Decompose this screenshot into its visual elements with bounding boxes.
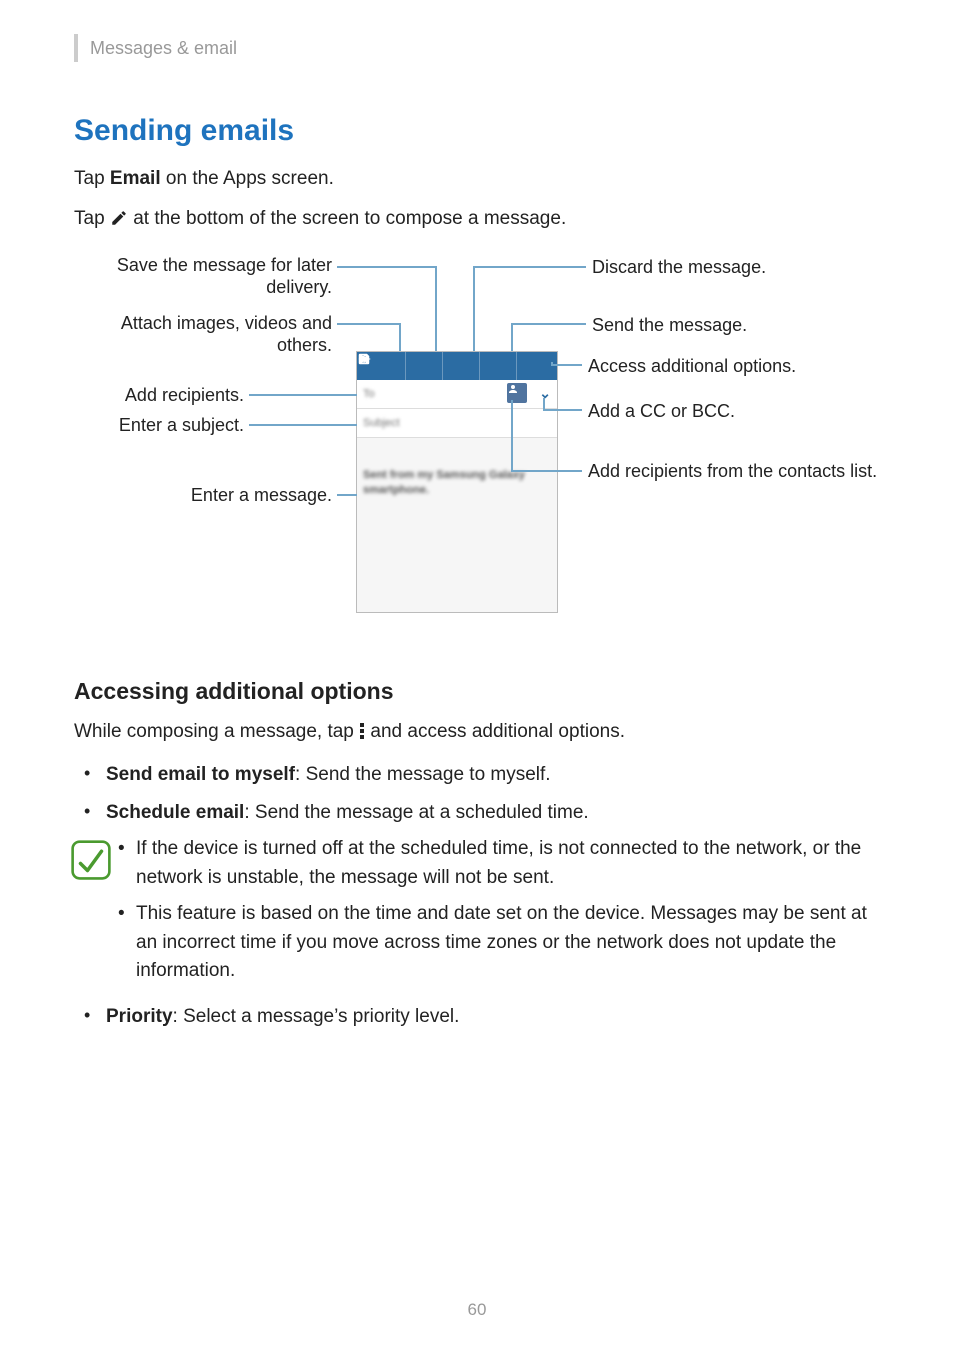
note-1: If the device is turned off at the sched… <box>136 835 880 892</box>
callout-enter-message: Enter a message. <box>74 484 332 507</box>
callout-attach: Attach images, videos and others. <box>74 312 332 357</box>
intro-2-after: at the bottom of the screen to compose a… <box>133 208 566 229</box>
intro-line-2: Tap at the bottom of the screen to compo… <box>74 204 880 237</box>
callout-more: Access additional options. <box>588 355 868 378</box>
note-2: This feature is based on the time and da… <box>136 900 880 986</box>
sub-intro: While composing a message, tap and acces… <box>74 717 880 750</box>
app-name: Email <box>110 168 161 189</box>
sub-intro-after: and access additional options. <box>370 721 625 742</box>
options-list-2: Priority: Select a message’s priority le… <box>74 1002 880 1031</box>
header-rule <box>74 34 78 62</box>
option-schedule: Schedule email: Send the message at a sc… <box>102 798 880 827</box>
page: Messages & email Sending emails Tap Emai… <box>0 0 954 1350</box>
callout-discard: Discard the message. <box>592 256 872 279</box>
page-number: 60 <box>0 1300 954 1320</box>
option-priority: Priority: Select a message’s priority le… <box>102 1002 880 1031</box>
sub-heading: Accessing additional options <box>74 678 880 705</box>
opt-self-bold: Send email to myself <box>106 764 295 785</box>
overflow-icon <box>359 720 365 750</box>
intro-line-1: Tap Email on the Apps screen. <box>74 164 880 194</box>
intro-1-before: Tap <box>74 168 110 189</box>
compose-icon <box>110 207 128 237</box>
sub-intro-before: While composing a message, tap <box>74 721 359 742</box>
opt-priority-bold: Priority <box>106 1006 173 1027</box>
note-list: If the device is turned off at the sched… <box>116 835 880 994</box>
callout-enter-subject: Enter a subject. <box>74 414 244 437</box>
opt-schedule-bold: Schedule email <box>106 802 244 823</box>
intro-1-after: on the Apps screen. <box>161 168 334 189</box>
option-send-self: Send email to myself: Send the message t… <box>102 760 880 789</box>
callout-ccbcc: Add a CC or BCC. <box>588 400 868 423</box>
page-title: Sending emails <box>74 114 880 148</box>
opt-self-rest: : Send the message to myself. <box>295 764 551 785</box>
callout-add-recipients: Add recipients. <box>74 384 244 407</box>
leader-lines <box>74 252 880 632</box>
opt-priority-rest: : Select a message’s priority level. <box>173 1006 460 1027</box>
options-list: Send email to myself: Send the message t… <box>74 760 880 827</box>
note-block: If the device is turned off at the sched… <box>66 835 880 994</box>
compose-figure: To ⌄ Subject Sent from my Samsung Galaxy… <box>74 252 880 632</box>
intro-2-before: Tap <box>74 208 110 229</box>
section-name: Messages & email <box>90 38 237 59</box>
running-header: Messages & email <box>74 30 880 62</box>
callout-contacts: Add recipients from the contacts list. <box>588 460 878 483</box>
note-icon <box>66 835 116 994</box>
callout-send: Send the message. <box>592 314 872 337</box>
callout-save: Save the message for later delivery. <box>74 254 332 299</box>
opt-schedule-rest: : Send the message at a scheduled time. <box>244 802 588 823</box>
